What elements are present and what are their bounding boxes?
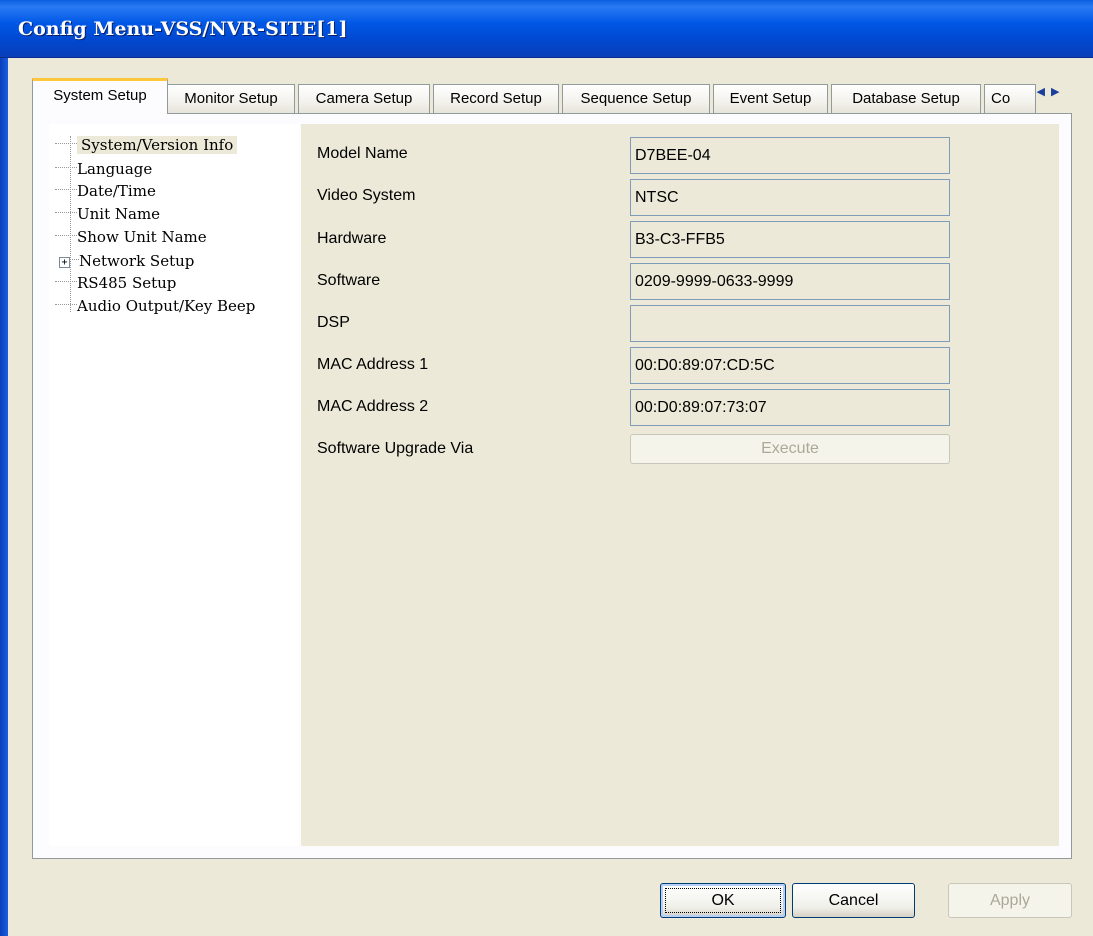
window-title: Config Menu-VSS/NVR-SITE[1] (18, 18, 348, 40)
tree-item-system-version-info[interactable]: System/Version Info (49, 132, 238, 155)
mac-address-2-field: 00:D0:89:07:73:07 (630, 389, 950, 426)
dsp-field (630, 305, 950, 342)
chevron-right-icon[interactable]: ▶ (1051, 85, 1065, 98)
tab-system-setup[interactable]: System Setup (32, 78, 168, 114)
expand-plus-icon[interactable]: + (59, 257, 70, 268)
hardware-field: B3-C3-FFB5 (630, 221, 950, 258)
execute-button[interactable]: Execute (630, 434, 950, 464)
label-dsp: DSP (317, 314, 350, 331)
chevron-left-icon[interactable]: ◀ (1037, 85, 1051, 98)
video-system-field: NTSC (630, 179, 950, 216)
window-frame-left (0, 58, 8, 936)
tab-strip: System Setup Monitor Setup Camera Setup … (32, 78, 1072, 114)
tree-item-show-unit-name[interactable]: Show Unit Name (49, 224, 207, 247)
label-software: Software (317, 272, 381, 289)
tab-camera-setup[interactable]: Camera Setup (298, 84, 430, 113)
label-model-name: Model Name (317, 145, 408, 162)
tree-item-unit-name[interactable]: Unit Name (49, 201, 160, 224)
tab-co[interactable]: Co (984, 84, 1036, 113)
software-field: 0209-9999-0633-9999 (630, 263, 950, 300)
tree-item-date-time[interactable]: Date/Time (49, 178, 156, 201)
tab-monitor-setup[interactable]: Monitor Setup (167, 84, 295, 113)
config-window: Config Menu-VSS/NVR-SITE[1] System Setup… (0, 0, 1093, 936)
settings-tree: System/Version Info Language Date/Time U… (49, 124, 299, 846)
tree-item-audio-output-key-beep[interactable]: Audio Output/Key Beep (49, 293, 255, 316)
tab-sequence-setup[interactable]: Sequence Setup (562, 84, 710, 113)
cancel-button[interactable]: Cancel (792, 883, 915, 918)
tree-item-network-setup[interactable]: + Network Setup (49, 248, 194, 271)
tab-event-setup[interactable]: Event Setup (713, 84, 828, 113)
title-bar[interactable]: Config Menu-VSS/NVR-SITE[1] (0, 0, 1093, 58)
tree-item-language[interactable]: Language (49, 156, 152, 179)
label-video-system: Video System (317, 187, 416, 204)
tab-scroll-buttons[interactable]: ◀▶ (1030, 82, 1072, 104)
tree-item-rs485-setup[interactable]: RS485 Setup (49, 270, 176, 293)
system-version-info-panel: Model Name D7BEE-04 Video System NTSC Ha… (301, 124, 1059, 846)
label-hardware: Hardware (317, 230, 387, 247)
tab-record-setup[interactable]: Record Setup (433, 84, 559, 113)
apply-button[interactable]: Apply (948, 883, 1072, 918)
model-name-field: D7BEE-04 (630, 137, 950, 174)
label-software-upgrade-via: Software Upgrade Via (317, 440, 474, 457)
mac-address-1-field: 00:D0:89:07:CD:5C (630, 347, 950, 384)
label-mac-address-1: MAC Address 1 (317, 356, 429, 373)
ok-button[interactable]: OK (660, 883, 786, 918)
ok-label: OK (711, 892, 735, 909)
label-mac-address-2: MAC Address 2 (317, 398, 429, 415)
tab-panel: System/Version Info Language Date/Time U… (32, 113, 1072, 859)
tab-database-setup[interactable]: Database Setup (831, 84, 981, 113)
